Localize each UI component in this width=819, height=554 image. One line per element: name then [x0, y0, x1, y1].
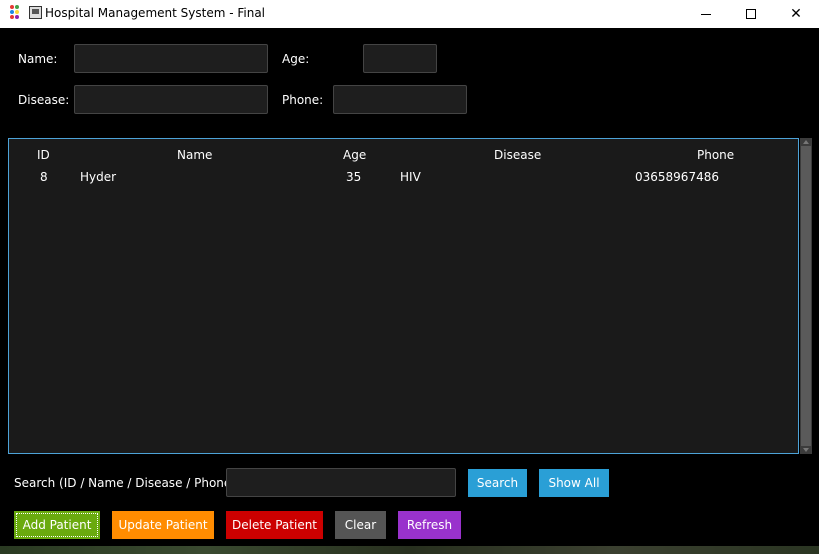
scroll-up-icon[interactable]	[803, 140, 809, 144]
close-button[interactable]: ✕	[773, 0, 819, 28]
phone-input[interactable]	[333, 85, 467, 114]
cell-phone: 03658967486	[635, 170, 719, 184]
search-label: Search (ID / Name / Disease / Phone):	[14, 476, 241, 490]
background-image-strip	[0, 546, 819, 554]
search-input[interactable]	[226, 468, 456, 497]
age-input[interactable]	[363, 44, 437, 73]
name-input[interactable]	[74, 44, 268, 73]
column-header-disease[interactable]: Disease	[494, 148, 541, 162]
column-header-id[interactable]: ID	[37, 148, 50, 162]
maximize-icon	[746, 9, 756, 19]
title-bar: Hospital Management System - Final ✕	[0, 0, 819, 28]
cell-age: 35	[346, 170, 362, 184]
close-icon: ✕	[790, 6, 802, 22]
app-logo-icon	[10, 5, 24, 21]
column-header-age[interactable]: Age	[343, 148, 366, 162]
show-all-button[interactable]: Show All	[539, 469, 609, 497]
minimize-icon	[701, 13, 711, 15]
maximize-button[interactable]	[728, 0, 774, 28]
patient-table[interactable]: ID Name Age Disease Phone 8 Hyder 35 HIV…	[8, 138, 799, 454]
age-label: Age:	[282, 52, 310, 66]
search-button[interactable]: Search	[468, 469, 527, 497]
delete-patient-button[interactable]: Delete Patient	[226, 511, 323, 539]
cell-id: 8	[40, 170, 48, 184]
add-patient-button[interactable]: Add Patient	[14, 511, 100, 539]
scroll-down-icon[interactable]	[803, 448, 809, 452]
refresh-button[interactable]: Refresh	[398, 511, 461, 539]
disease-label: Disease:	[18, 93, 70, 107]
column-header-phone[interactable]: Phone	[697, 148, 734, 162]
column-header-name[interactable]: Name	[177, 148, 212, 162]
cell-name: Hyder	[80, 170, 117, 184]
clear-button[interactable]: Clear	[335, 511, 386, 539]
update-patient-button[interactable]: Update Patient	[112, 511, 214, 539]
phone-label: Phone:	[282, 93, 324, 107]
hospital-icon	[29, 6, 42, 19]
disease-input[interactable]	[74, 85, 268, 114]
name-label: Name:	[18, 52, 58, 66]
cell-disease: HIV	[400, 170, 421, 184]
window-title: Hospital Management System - Final	[45, 6, 266, 20]
minimize-button[interactable]	[683, 0, 729, 28]
table-scrollbar[interactable]	[800, 138, 812, 454]
scroll-thumb[interactable]	[801, 146, 811, 446]
